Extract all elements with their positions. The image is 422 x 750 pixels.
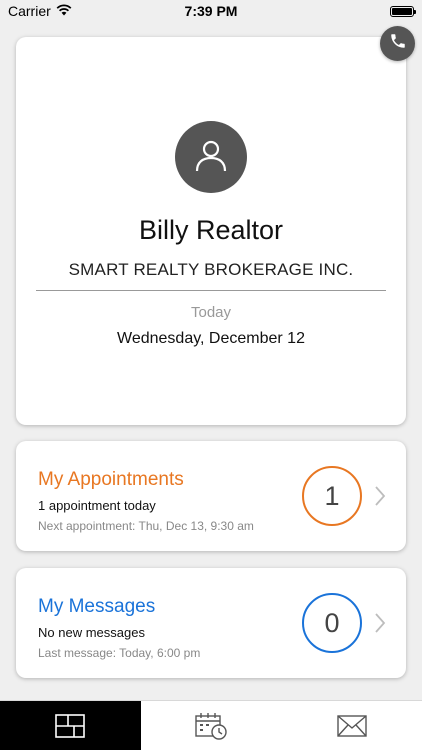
status-time: 7:39 PM — [184, 3, 238, 19]
divider — [36, 290, 386, 291]
messages-title: My Messages — [38, 596, 156, 617]
appointments-count-badge: 1 — [302, 466, 362, 526]
tab-calendar[interactable] — [141, 701, 282, 750]
company-name: SMART REALTY BROKERAGE INC. — [68, 260, 354, 279]
today-date: Wednesday, December 12 — [117, 330, 305, 347]
appointments-card[interactable]: My Appointments 1 appointment today Next… — [16, 441, 406, 551]
call-button[interactable] — [380, 26, 415, 61]
appointments-detail: Next appointment: Thu, Dec 13, 9:30 am — [38, 519, 254, 533]
agent-name: Billy Realtor — [138, 215, 284, 245]
chevron-right-icon — [375, 486, 386, 506]
mail-icon — [336, 714, 367, 737]
user-icon — [194, 138, 228, 177]
messages-count-badge: 0 — [302, 593, 362, 653]
phone-icon — [389, 32, 407, 55]
calendar-clock-icon — [195, 712, 227, 740]
today-label: Today — [190, 304, 232, 321]
avatar — [175, 121, 247, 193]
status-bar: Carrier 7:39 PM — [0, 0, 422, 22]
tab-dashboard[interactable] — [0, 701, 141, 750]
messages-detail: Last message: Today, 6:00 pm — [38, 646, 201, 660]
dashboard-icon — [55, 713, 86, 738]
messages-summary: No new messages — [38, 625, 145, 640]
tab-messages[interactable] — [281, 701, 422, 750]
profile-card: Billy Realtor SMART REALTY BROKERAGE INC… — [16, 37, 406, 425]
appointments-summary: 1 appointment today — [38, 498, 156, 513]
appointments-title: My Appointments — [38, 469, 184, 490]
tab-bar — [0, 700, 422, 750]
battery-icon — [390, 5, 416, 17]
messages-card[interactable]: My Messages No new messages Last message… — [16, 568, 406, 678]
chevron-right-icon — [375, 613, 386, 633]
